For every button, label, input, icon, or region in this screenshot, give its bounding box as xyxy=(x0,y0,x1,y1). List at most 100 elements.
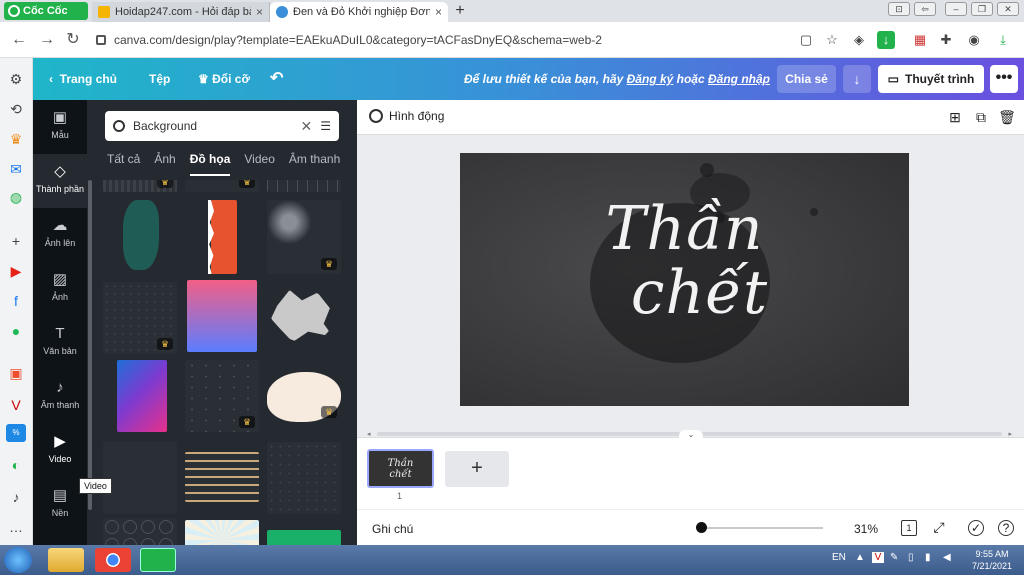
graphic-tile[interactable]: ♛ xyxy=(267,372,341,422)
url-field[interactable]: canva.com/design/play?template=EAEkuADuI… xyxy=(96,28,876,52)
spotify-icon[interactable]: ● xyxy=(6,322,26,340)
tab-close-icon[interactable]: × xyxy=(256,5,263,19)
share-button[interactable]: Chia sẻ xyxy=(777,65,836,93)
reload-icon[interactable]: ↻ xyxy=(64,31,82,49)
history-icon[interactable]: ⟲ xyxy=(6,100,26,118)
forward-arrow-icon[interactable]: → xyxy=(38,31,56,49)
page-count-icon[interactable]: 1 xyxy=(901,520,917,536)
add-page-icon[interactable]: ⊞ xyxy=(946,108,964,126)
settings-gear-icon[interactable]: ⚙ xyxy=(6,70,26,88)
download-button[interactable]: ↓ xyxy=(843,65,871,93)
graphic-tile[interactable] xyxy=(103,518,177,545)
downloads-icon[interactable]: ⤓ xyxy=(994,31,1012,49)
page-thumbnail[interactable]: Thần chết xyxy=(367,449,434,488)
check-icon[interactable]: ✓ xyxy=(968,520,984,536)
graphic-tile[interactable]: ♛ xyxy=(103,180,177,192)
clear-search-icon[interactable]: ✕ xyxy=(301,118,313,135)
animate-button[interactable]: Hình động xyxy=(369,109,444,123)
graphic-tile[interactable] xyxy=(187,280,257,352)
browser-back-history-icon[interactable]: ⇦ xyxy=(914,2,936,16)
star-icon[interactable]: ☆ xyxy=(823,31,841,49)
taskbar-clock[interactable]: 9:55 AM 7/21/2021 xyxy=(963,548,1021,572)
download-extension-icon[interactable]: ↓ xyxy=(877,31,895,49)
extensions-puzzle-icon[interactable]: ✚ xyxy=(937,31,955,49)
rail-item-elements[interactable]: ◇ Thành phần xyxy=(33,154,87,208)
file-menu[interactable]: Tệp xyxy=(149,58,170,100)
rail-item-photos[interactable]: ▨ Ảnh xyxy=(33,262,87,316)
game-icon[interactable]: ◍ xyxy=(6,188,26,206)
tab-photos[interactable]: Ảnh xyxy=(154,152,175,176)
browser-tab-canva[interactable]: Đen và Đỏ Khởi nghiệp Đơn × xyxy=(270,2,448,22)
graphic-tile[interactable]: ♛ xyxy=(267,200,341,274)
graphic-tile[interactable]: ♛ xyxy=(103,282,177,354)
graphic-tile[interactable] xyxy=(267,442,341,514)
undo-button[interactable]: ↶ xyxy=(270,58,283,100)
shopee-icon[interactable]: ▣ xyxy=(6,364,26,382)
rail-item-video[interactable]: ▶ Video xyxy=(33,424,87,478)
graphic-tile[interactable] xyxy=(271,290,333,342)
antivirus-tray-icon[interactable]: V xyxy=(872,552,884,563)
zoom-slider-knob[interactable] xyxy=(695,522,707,533)
add-shortcut-icon[interactable]: + xyxy=(6,232,26,250)
tiki-icon[interactable]: % xyxy=(6,424,26,442)
help-icon[interactable]: ? xyxy=(998,520,1014,536)
zoom-value[interactable]: 31% xyxy=(854,522,878,536)
calendar-extension-icon[interactable]: ▦ xyxy=(911,31,929,49)
rail-item-audio[interactable]: ♪ Âm thanh xyxy=(33,370,87,424)
graphic-tile[interactable] xyxy=(267,180,341,192)
graphic-tile[interactable]: ♛ xyxy=(185,180,259,192)
battery-icon[interactable]: ▯ xyxy=(908,552,914,563)
design-canvas[interactable]: Thần chết xyxy=(460,153,909,406)
search-input[interactable]: Background ✕ ☰ xyxy=(105,111,339,141)
browser-logo[interactable]: Cốc Cốc xyxy=(4,2,88,20)
canvas-title-text[interactable]: Thần chết xyxy=(460,197,909,325)
graphic-tile[interactable] xyxy=(123,200,159,270)
delete-page-icon[interactable]: 🗑︎ xyxy=(998,108,1016,126)
restore-icon[interactable]: ❐ xyxy=(971,2,993,16)
graphic-tile[interactable] xyxy=(267,530,341,545)
graphic-tile[interactable] xyxy=(103,442,177,514)
shield-icon[interactable]: ◈ xyxy=(850,31,868,49)
network-icon[interactable]: ▮ xyxy=(925,552,931,563)
vtv-icon[interactable]: V xyxy=(6,396,26,414)
more-sidebar-icon[interactable]: … xyxy=(6,518,26,536)
home-button[interactable]: ‹ Trang chủ xyxy=(49,58,117,100)
coccoc-map-icon[interactable]: ◐ xyxy=(6,456,26,474)
tab-all[interactable]: Tất cả xyxy=(107,152,140,176)
coccoc-taskbar-icon[interactable] xyxy=(140,548,176,572)
signup-link[interactable]: Đăng ký xyxy=(627,72,674,86)
tray-app-icon[interactable]: ✎ xyxy=(890,552,898,563)
tab-videos[interactable]: Video xyxy=(244,152,274,176)
filter-sliders-icon[interactable]: ☰ xyxy=(320,119,331,133)
present-button[interactable]: ▭ Thuyết trình xyxy=(878,65,984,93)
tray-expand-icon[interactable]: ▲ xyxy=(855,552,865,563)
clipboard-icon[interactable]: ▢ xyxy=(797,31,815,49)
toggle-pages-chevron-icon[interactable]: ⌄ xyxy=(679,430,703,440)
new-tab-button[interactable]: + xyxy=(452,3,468,19)
back-arrow-icon[interactable]: ← xyxy=(10,31,28,49)
panel-scrollbar[interactable] xyxy=(88,180,92,510)
graphic-tile[interactable]: ♛ xyxy=(185,360,259,432)
tab-graphics[interactable]: Đồ họa xyxy=(189,152,231,176)
close-window-icon[interactable]: ✕ xyxy=(997,2,1019,16)
graphic-tile[interactable] xyxy=(185,520,259,545)
notes-button[interactable]: Ghi chú xyxy=(372,522,413,536)
add-page-button[interactable]: + xyxy=(445,451,509,487)
browser-tab-hoidap[interactable]: Hoidap247.com - Hỏi đáp bà × xyxy=(92,2,270,22)
graphic-tile[interactable] xyxy=(185,452,259,502)
facebook-icon[interactable]: f xyxy=(6,292,26,310)
file-explorer-icon[interactable] xyxy=(48,548,84,572)
minimize-icon[interactable]: – xyxy=(945,2,967,16)
profile-icon[interactable]: ◉ xyxy=(965,31,983,49)
volume-icon[interactable]: ◀ xyxy=(943,552,951,563)
fullscreen-icon[interactable]: ⤢ xyxy=(931,520,947,536)
rail-item-text[interactable]: T Văn bản xyxy=(33,316,87,370)
messenger-icon[interactable]: ✉ xyxy=(6,160,26,178)
graphic-tile[interactable] xyxy=(208,200,237,274)
browser-sidebar-toggle-icon[interactable]: ⊡ xyxy=(888,2,910,16)
notification-bell-icon[interactable]: ♪ xyxy=(6,488,26,506)
login-link[interactable]: Đăng nhập xyxy=(708,72,770,86)
windows-start-icon[interactable] xyxy=(4,547,32,573)
more-options-button[interactable]: ••• xyxy=(990,65,1018,93)
rail-item-templates[interactable]: ▣ Mẫu xyxy=(33,100,87,154)
